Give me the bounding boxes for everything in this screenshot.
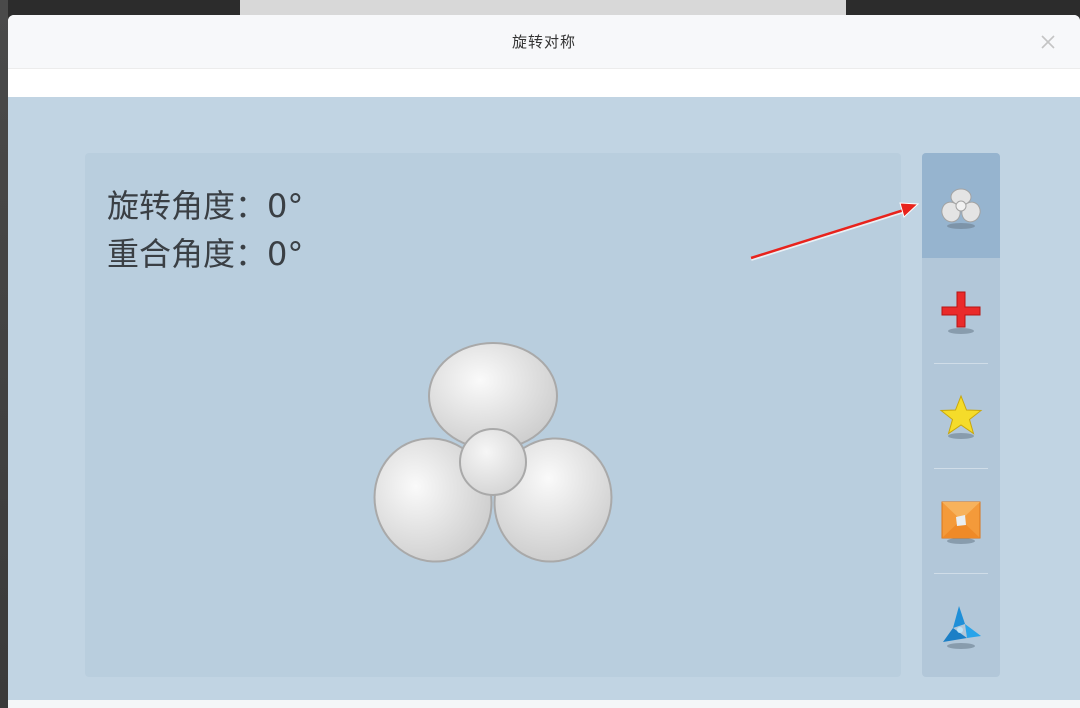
backdrop-left bbox=[0, 0, 8, 708]
sidebar-item-cross[interactable] bbox=[922, 258, 1000, 363]
rotation-angle-value: 0° bbox=[267, 187, 304, 225]
fan-figure[interactable] bbox=[368, 336, 618, 568]
sidebar-item-pinwheel[interactable] bbox=[922, 468, 1000, 573]
overlap-angle-label: 重合角度： bbox=[107, 235, 268, 273]
close-button[interactable] bbox=[1038, 32, 1058, 52]
sidebar-item-tri-blade[interactable] bbox=[922, 573, 1000, 677]
dialog-footer bbox=[8, 700, 1080, 708]
blue-tri-blade-icon bbox=[943, 605, 981, 649]
rotation-angle-label: 旋转角度： bbox=[107, 187, 268, 225]
sidebar-item-fan[interactable] bbox=[922, 153, 1000, 258]
sidebar-item-star[interactable] bbox=[922, 363, 1000, 468]
fan-icon bbox=[941, 188, 981, 229]
backdrop-top bbox=[240, 0, 846, 16]
fan-icon[interactable] bbox=[368, 336, 618, 568]
dialog-title: 旋转对称 bbox=[511, 33, 576, 51]
star-icon bbox=[939, 394, 983, 439]
overlap-angle-value: 0° bbox=[267, 235, 304, 273]
pinwheel-square-icon bbox=[941, 501, 981, 544]
red-cross-icon bbox=[941, 291, 981, 334]
shape-sidebar bbox=[922, 153, 1000, 677]
close-icon[interactable] bbox=[1038, 32, 1058, 52]
stage: 旋转角度：0° 重合角度：0° bbox=[85, 153, 901, 677]
rotation-angle-readout: 旋转角度：0° bbox=[107, 181, 303, 227]
content-area: 旋转角度：0° 重合角度：0° bbox=[8, 97, 1080, 700]
dialog-header: 旋转对称 bbox=[8, 15, 1080, 69]
overlap-angle-readout: 重合角度：0° bbox=[107, 229, 303, 275]
dialog: 旋转对称 旋转角度：0° 重合角度：0° bbox=[8, 15, 1080, 708]
toolbar-strip bbox=[8, 69, 1080, 97]
